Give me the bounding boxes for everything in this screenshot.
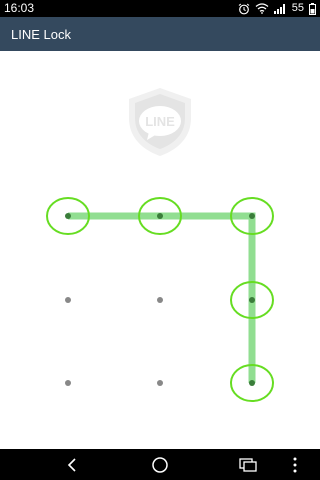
pattern-dot-center <box>157 297 163 303</box>
recents-button[interactable] <box>228 449 268 480</box>
status-time: 16:03 <box>4 1 35 15</box>
pattern-dot-center <box>65 213 71 219</box>
app-title: LINE Lock <box>11 27 71 42</box>
home-icon <box>152 456 168 473</box>
signal-icon <box>273 3 287 14</box>
pattern-dot-center <box>249 213 255 219</box>
action-bar: LINE Lock <box>0 17 320 51</box>
pattern-dot-center <box>65 297 71 303</box>
alarm-icon <box>238 3 250 15</box>
back-button[interactable] <box>52 449 92 480</box>
status-bar: 16:03 55 <box>0 0 320 17</box>
pattern-dot-r2-c1[interactable] <box>157 380 163 386</box>
pattern-dot-r2-c0[interactable] <box>65 380 71 386</box>
pattern-dot-r1-c1[interactable] <box>157 297 163 303</box>
lock-screen-content: LINE <box>0 51 320 449</box>
battery-icon <box>309 2 316 15</box>
pattern-dot-r1-c0[interactable] <box>65 297 71 303</box>
pattern-dot-center <box>249 380 255 386</box>
back-icon <box>67 457 76 472</box>
pattern-dot-center <box>157 213 163 219</box>
status-icons: 55 <box>238 2 316 15</box>
pattern-lock-grid[interactable] <box>0 51 320 449</box>
pattern-dot-center <box>65 380 71 386</box>
pattern-dot-center <box>157 380 163 386</box>
menu-button[interactable] <box>275 449 315 480</box>
pattern-dots <box>46 197 274 402</box>
home-button[interactable] <box>140 449 180 480</box>
battery-level: 55 <box>291 2 304 14</box>
recents-icon <box>239 457 257 472</box>
menu-icon <box>293 457 297 472</box>
pattern-dot-center <box>249 297 255 303</box>
wifi-icon <box>255 3 269 14</box>
navigation-bar <box>0 449 320 480</box>
